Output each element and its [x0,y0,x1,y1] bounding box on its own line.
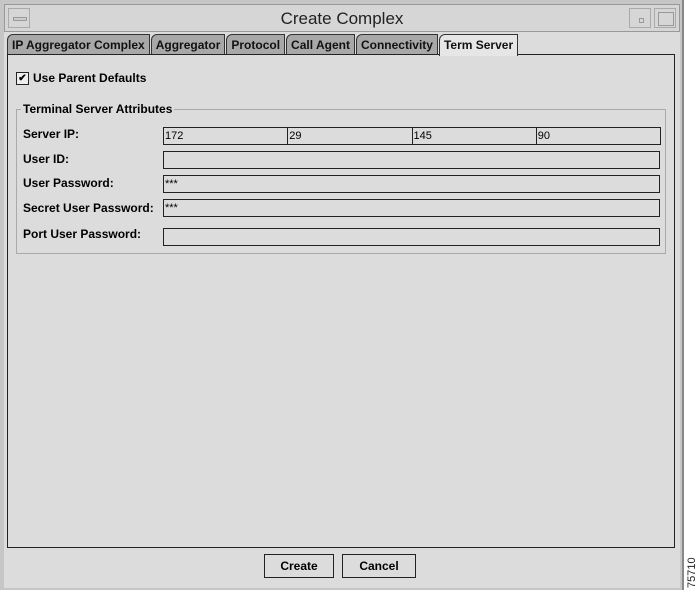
port-user-password-field[interactable] [163,228,660,246]
group-title: Terminal Server Attributes [21,102,175,116]
cancel-button[interactable]: Cancel [342,554,416,578]
use-parent-defaults-label: Use Parent Defaults [33,71,147,85]
create-button[interactable]: Create [264,554,334,578]
dialog-content: IP Aggregator Complex Aggregator Protoco… [4,32,680,588]
user-id-label: User ID: [23,152,70,166]
tab-term-server[interactable]: Term Server [438,34,519,56]
secret-user-password-field[interactable]: *** [163,199,660,217]
user-password-field[interactable]: *** [163,175,660,193]
terminal-server-attributes-group: Terminal Server Attributes Server IP: 17… [16,102,666,254]
maximize-button[interactable] [654,8,676,28]
dialog-window: Create Complex IP Aggregator Complex Agg… [0,0,684,590]
tab-aggregator[interactable]: Aggregator [150,34,226,55]
user-id-field[interactable] [163,151,660,169]
tab-call-agent[interactable]: Call Agent [286,34,355,55]
tab-connectivity[interactable]: Connectivity [355,34,438,55]
checkbox-check-icon[interactable]: ✔ [16,71,29,85]
minimize-button[interactable] [629,8,651,28]
server-ip-octet-1[interactable]: 172 [163,127,289,145]
tab-ip-aggregator-complex[interactable]: IP Aggregator Complex [7,34,150,55]
window-title: Create Complex [280,9,404,28]
tab-panel: ✔ Use Parent Defaults Terminal Server At… [7,54,675,548]
server-ip-octet-3[interactable]: 145 [411,127,537,145]
user-password-label: User Password: [23,176,114,190]
figure-id: 75710 [686,557,698,588]
server-ip-label: Server IP: [23,127,80,141]
server-ip-octet-4[interactable]: 90 [535,127,661,145]
use-parent-defaults-checkbox[interactable]: ✔ Use Parent Defaults [16,71,146,85]
tab-bar: IP Aggregator Complex Aggregator Protoco… [7,34,519,56]
server-ip-octet-2[interactable]: 29 [287,127,413,145]
secret-user-password-label: Secret User Password: [23,201,154,215]
title-bar[interactable]: Create Complex [4,4,680,32]
port-user-password-label: Port User Password: [23,227,142,241]
tab-protocol[interactable]: Protocol [226,34,286,55]
server-ip-input: 172 29 145 90 [163,127,661,145]
